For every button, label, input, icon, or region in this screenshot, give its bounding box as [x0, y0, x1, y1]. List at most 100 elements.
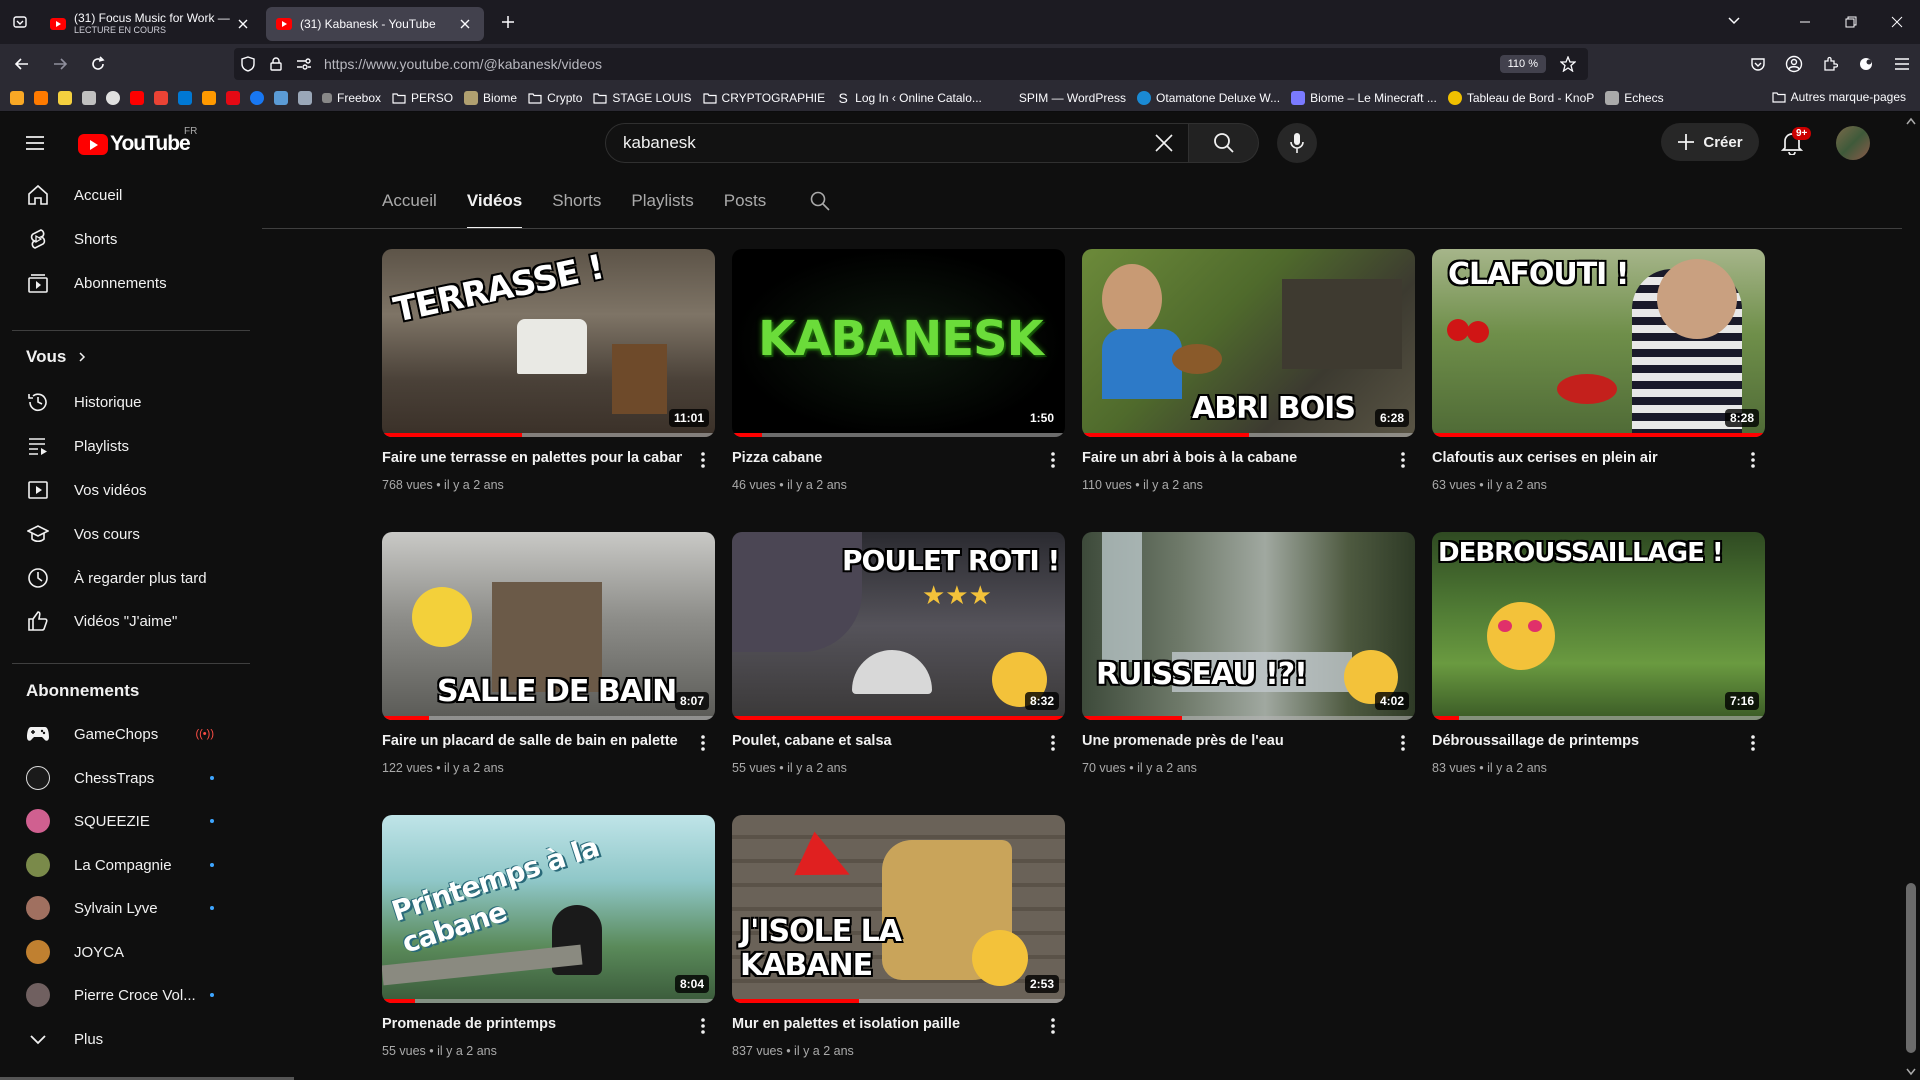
- bookmark-item[interactable]: [250, 90, 264, 105]
- search-input[interactable]: kabanesk: [605, 123, 1189, 163]
- sidebar-item-home[interactable]: Accueil: [12, 175, 244, 215]
- video-thumbnail[interactable]: RUISSEAU !?! 4:02: [1082, 532, 1415, 720]
- video-thumbnail[interactable]: ABRI BOIS 6:28: [1082, 249, 1415, 437]
- sidebar-subscription-joyca[interactable]: JOYCA: [12, 932, 244, 972]
- bookmark-item[interactable]: [34, 90, 48, 105]
- video-menu-button[interactable]: [1041, 731, 1065, 755]
- tab-videos[interactable]: Vidéos: [466, 173, 523, 229]
- video-menu-button[interactable]: [691, 731, 715, 755]
- sidebar-item-liked-videos[interactable]: Vidéos "J'aime": [12, 601, 244, 641]
- video-menu-button[interactable]: [691, 448, 715, 472]
- video-thumbnail[interactable]: J'ISOLE LA KABANE 2:53: [732, 815, 1065, 1003]
- video-title[interactable]: Promenade de printemps: [382, 1016, 682, 1032]
- close-window-button[interactable]: [1874, 0, 1920, 44]
- list-all-tabs-button[interactable]: [1726, 12, 1742, 28]
- sidebar-item-playlists[interactable]: Playlists: [12, 426, 244, 466]
- create-button[interactable]: Créer: [1661, 123, 1759, 161]
- video-thumbnail[interactable]: TERRASSE ! 11:01: [382, 249, 715, 437]
- video-menu-button[interactable]: [691, 1014, 715, 1038]
- sidebar-show-more[interactable]: Plus: [12, 1019, 244, 1059]
- search-button[interactable]: [1189, 123, 1259, 163]
- video-menu-button[interactable]: [1741, 731, 1765, 755]
- video-card[interactable]: KABANESK 1:50 Pizza cabane 46 vues • il …: [732, 249, 1065, 509]
- bookmark-item[interactable]: Echecs: [1605, 90, 1664, 105]
- tab-home[interactable]: Accueil: [382, 173, 437, 229]
- new-tab-button[interactable]: [490, 4, 526, 40]
- bookmark-item[interactable]: [10, 90, 24, 105]
- tab-shorts[interactable]: Shorts: [552, 173, 601, 229]
- bookmark-item[interactable]: S Log In ‹ Online Catalo...: [836, 91, 981, 105]
- bookmark-item[interactable]: Tableau de Bord - KnoP: [1447, 90, 1594, 105]
- bookmark-item[interactable]: [106, 90, 120, 105]
- avatar[interactable]: [1836, 126, 1870, 160]
- sidebar-item-history[interactable]: Historique: [12, 382, 244, 422]
- lock-icon[interactable]: [262, 48, 290, 80]
- page-scrollbar[interactable]: [1902, 113, 1920, 1080]
- browser-tab-kabanesk[interactable]: (31) Kabanesk - YouTube: [266, 7, 484, 41]
- bookmark-item[interactable]: Freebox: [322, 91, 381, 105]
- video-card[interactable]: TERRASSE ! 11:01 Faire une terrasse en p…: [382, 249, 715, 509]
- bookmark-item[interactable]: [130, 90, 144, 105]
- video-thumbnail[interactable]: Printemps à la cabane 8:04: [382, 815, 715, 1003]
- minimize-button[interactable]: [1782, 0, 1828, 44]
- video-title[interactable]: Poulet, cabane et salsa: [732, 733, 1032, 749]
- sidebar-item-subscriptions[interactable]: Abonnements: [12, 263, 244, 303]
- bookmark-item[interactable]: [298, 90, 312, 105]
- tab-close-icon[interactable]: [234, 15, 252, 33]
- video-thumbnail[interactable]: ★★★ POULET ROTI ! 8:32: [732, 532, 1065, 720]
- video-menu-button[interactable]: [1041, 1014, 1065, 1038]
- account-button[interactable]: [1776, 44, 1812, 84]
- bookmark-folder[interactable]: STAGE LOUIS: [593, 91, 692, 105]
- video-title[interactable]: Une promenade près de l'eau: [1082, 733, 1382, 749]
- tab-list-button[interactable]: [0, 0, 40, 44]
- bookmark-item[interactable]: [178, 90, 192, 105]
- bookmark-item[interactable]: [274, 90, 288, 105]
- video-card[interactable]: Printemps à la cabane 8:04 Promenade de …: [382, 815, 715, 1075]
- sidebar-item-watch-later[interactable]: À regarder plus tard: [12, 558, 244, 598]
- bookmark-item[interactable]: SPIM — WordPress: [1019, 91, 1126, 105]
- video-title[interactable]: Faire un abri à bois à la cabane: [1082, 450, 1382, 466]
- sidebar-item-courses[interactable]: Vos cours: [12, 514, 244, 554]
- bookmark-folder[interactable]: Crypto: [528, 91, 582, 105]
- video-title[interactable]: Mur en palettes et isolation paille: [732, 1016, 1032, 1032]
- sidebar-item-your-videos[interactable]: Vos vidéos: [12, 470, 244, 510]
- video-card[interactable]: J'ISOLE LA KABANE 2:53 Mur en palettes e…: [732, 815, 1065, 1075]
- video-title[interactable]: Débroussaillage de printemps: [1432, 733, 1732, 749]
- video-thumbnail[interactable]: KABANESK 1:50: [732, 249, 1065, 437]
- sidebar-subscription-chesstraps[interactable]: ChessTraps: [12, 758, 244, 798]
- bookmark-item[interactable]: Otamatone Deluxe W...: [1137, 90, 1280, 105]
- extension-icon-button[interactable]: [1848, 44, 1884, 84]
- video-thumbnail[interactable]: DEBROUSSAILLAGE ! 7:16: [1432, 532, 1765, 720]
- video-menu-button[interactable]: [1741, 448, 1765, 472]
- video-card[interactable]: DEBROUSSAILLAGE ! 7:16 Débroussaillage d…: [1432, 532, 1765, 792]
- sidebar-you-heading[interactable]: Vous: [26, 347, 88, 367]
- sidebar-subscription-gamechops[interactable]: GameChops ((•)): [12, 714, 244, 754]
- bookmark-folder[interactable]: CRYPTOGRAPHIE: [702, 91, 825, 105]
- menu-button[interactable]: [1884, 44, 1920, 84]
- extensions-button[interactable]: [1812, 44, 1848, 84]
- video-menu-button[interactable]: [1041, 448, 1065, 472]
- video-card[interactable]: RUISSEAU !?! 4:02 Une promenade près de …: [1082, 532, 1415, 792]
- guide-menu-button[interactable]: [23, 131, 47, 155]
- video-title[interactable]: Pizza cabane: [732, 450, 1032, 466]
- pocket-button[interactable]: [1740, 44, 1776, 84]
- clear-search-button[interactable]: [1144, 123, 1184, 163]
- tab-posts[interactable]: Posts: [724, 173, 767, 229]
- url-bar[interactable]: https://www.youtube.com/@kabanesk/videos…: [234, 48, 1588, 80]
- bookmark-item[interactable]: Biome: [464, 90, 517, 105]
- zoom-level-button[interactable]: 110 %: [1499, 55, 1546, 73]
- video-thumbnail[interactable]: CLAFOUTI ! 8:28: [1432, 249, 1765, 437]
- forward-button[interactable]: [44, 48, 76, 80]
- restore-button[interactable]: [1828, 0, 1874, 44]
- video-thumbnail[interactable]: SALLE DE BAIN 8:07: [382, 532, 715, 720]
- video-menu-button[interactable]: [1391, 448, 1415, 472]
- video-card[interactable]: CLAFOUTI ! 8:28 Clafoutis aux cerises en…: [1432, 249, 1765, 509]
- bookmark-item[interactable]: [202, 90, 216, 105]
- video-card[interactable]: ★★★ POULET ROTI ! 8:32 Poulet, cabane et…: [732, 532, 1065, 792]
- bookmark-item[interactable]: Biome – Le Minecraft ...: [1291, 90, 1437, 105]
- browser-tab-focus-music[interactable]: (31) Focus Music for Work — Ul LECTURE E…: [40, 7, 262, 41]
- scrollbar-thumb[interactable]: [1906, 883, 1916, 1053]
- bookmark-star-icon[interactable]: [1554, 48, 1582, 80]
- video-title[interactable]: Faire une terrasse en palettes pour la c…: [382, 450, 682, 466]
- reload-button[interactable]: [82, 48, 114, 80]
